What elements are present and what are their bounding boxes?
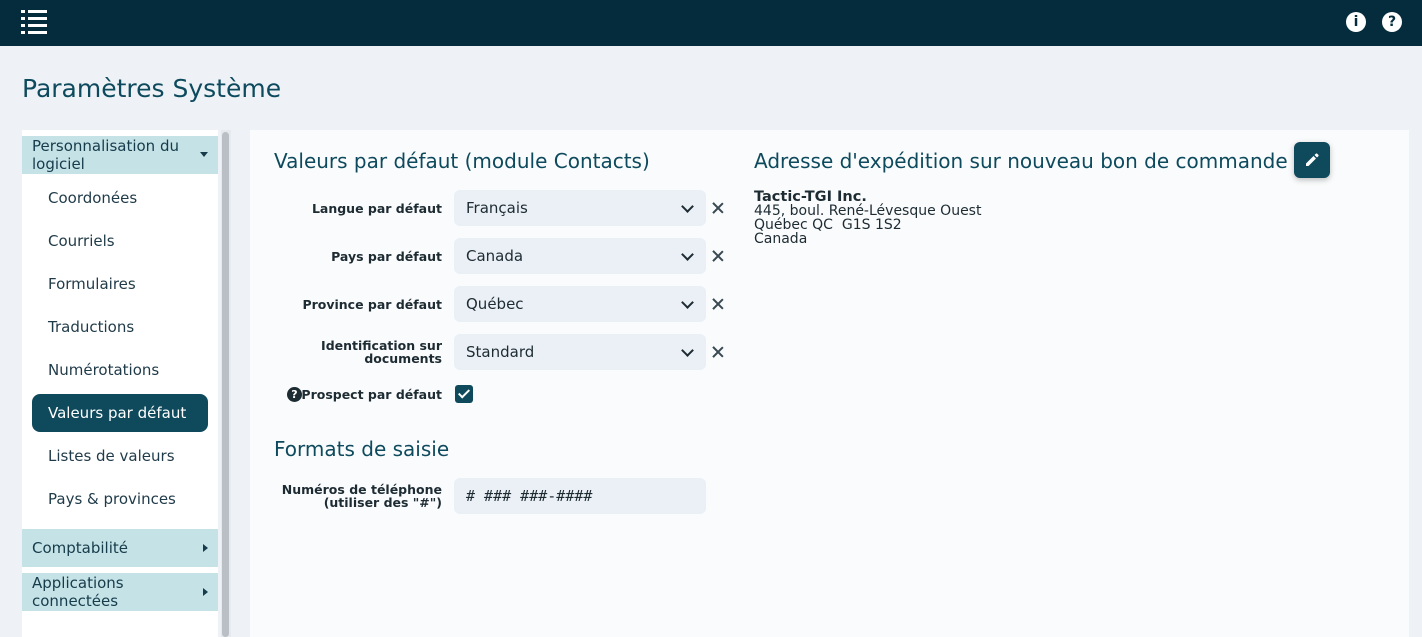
formats-section-title: Formats de saisie — [274, 437, 450, 461]
caret-right-icon — [203, 544, 208, 552]
clear-province-icon[interactable] — [711, 297, 725, 311]
phone-format-label: Numéros de téléphone (utiliser des "#") — [252, 483, 442, 509]
language-label: Langue par défaut — [311, 201, 442, 216]
province-value: Québec — [466, 295, 524, 313]
clear-language-icon[interactable] — [711, 201, 725, 215]
address-company: Tactic-TGI Inc. — [754, 189, 867, 205]
sidebar-group-label: Personnalisation du logiciel — [32, 137, 179, 173]
sidebar-item-listes-de-valeurs[interactable]: Listes de valeurs — [32, 437, 208, 475]
sidebar-group-label: Comptabilité — [32, 539, 128, 557]
sidebar-group-personnalisation[interactable]: Personnalisation du logiciel — [22, 136, 218, 174]
prospect-label: Prospect par défaut — [301, 387, 442, 402]
phone-format-input[interactable] — [454, 478, 706, 514]
language-value: Français — [466, 199, 528, 217]
top-bar: i ? — [0, 0, 1422, 46]
scrollbar-thumb[interactable] — [222, 132, 229, 637]
country-select[interactable]: Canada — [454, 238, 706, 274]
shipping-section-title: Adresse d'expédition sur nouveau bon de … — [754, 149, 1288, 173]
phone-format-label-line2: (utiliser des "#") — [323, 495, 442, 510]
chevron-down-icon — [681, 296, 694, 309]
sidebar-group-label: Applications connectées — [32, 574, 124, 610]
prospect-checkbox[interactable] — [455, 385, 473, 403]
settings-sidebar: Personnalisation du logiciel Coordonées … — [22, 130, 218, 637]
menu-list-icon[interactable] — [21, 10, 47, 34]
pencil-icon — [1306, 153, 1319, 166]
province-select[interactable]: Québec — [454, 286, 706, 322]
sidebar-item-courriels[interactable]: Courriels — [32, 222, 208, 260]
sidebar-scrollbar[interactable] — [221, 130, 231, 637]
country-value: Canada — [466, 247, 524, 265]
address-country: Canada — [754, 231, 808, 247]
province-label: Province par défaut — [302, 297, 442, 312]
edit-address-button[interactable] — [1294, 142, 1330, 178]
sidebar-item-formulaires[interactable]: Formulaires — [32, 265, 208, 303]
chevron-down-icon — [681, 248, 694, 261]
help-icon[interactable]: ? — [1382, 12, 1402, 32]
identification-select[interactable]: Standard — [454, 334, 706, 370]
sidebar-group-comptabilite[interactable]: Comptabilité — [22, 529, 218, 567]
info-icon[interactable]: i — [1346, 12, 1366, 32]
identification-value: Standard — [466, 343, 535, 361]
sidebar-item-valeurs-par-defaut[interactable]: Valeurs par défaut — [32, 394, 208, 432]
main-panel: Valeurs par défaut (module Contacts) Lan… — [250, 130, 1409, 637]
shipping-address: Tactic-TGI Inc. 445, boul. René-Lévesque… — [754, 190, 981, 246]
chevron-down-icon — [681, 200, 694, 213]
caret-down-icon — [200, 152, 208, 157]
language-select[interactable]: Français — [454, 190, 706, 226]
sidebar-item-pays-provinces[interactable]: Pays & provinces — [32, 480, 208, 518]
address-city: Québec QC G1S 1S2 — [754, 217, 902, 233]
sidebar-item-traductions[interactable]: Traductions — [32, 308, 208, 346]
caret-right-icon — [203, 588, 208, 596]
address-street: 445, boul. René-Lévesque Ouest — [754, 203, 982, 219]
country-label: Pays par défaut — [331, 249, 442, 264]
page-title: Paramètres Système — [22, 74, 282, 103]
identification-label: Identification sur documents — [321, 338, 442, 366]
sidebar-item-numerotations[interactable]: Numérotations — [32, 351, 208, 389]
chevron-down-icon — [681, 344, 694, 357]
sidebar-group-applications[interactable]: Applications connectées — [22, 573, 218, 611]
sidebar-item-coordonees[interactable]: Coordonées — [32, 179, 208, 217]
defaults-section-title: Valeurs par défaut (module Contacts) — [274, 149, 650, 173]
clear-country-icon[interactable] — [711, 249, 725, 263]
clear-identification-icon[interactable] — [711, 345, 725, 359]
